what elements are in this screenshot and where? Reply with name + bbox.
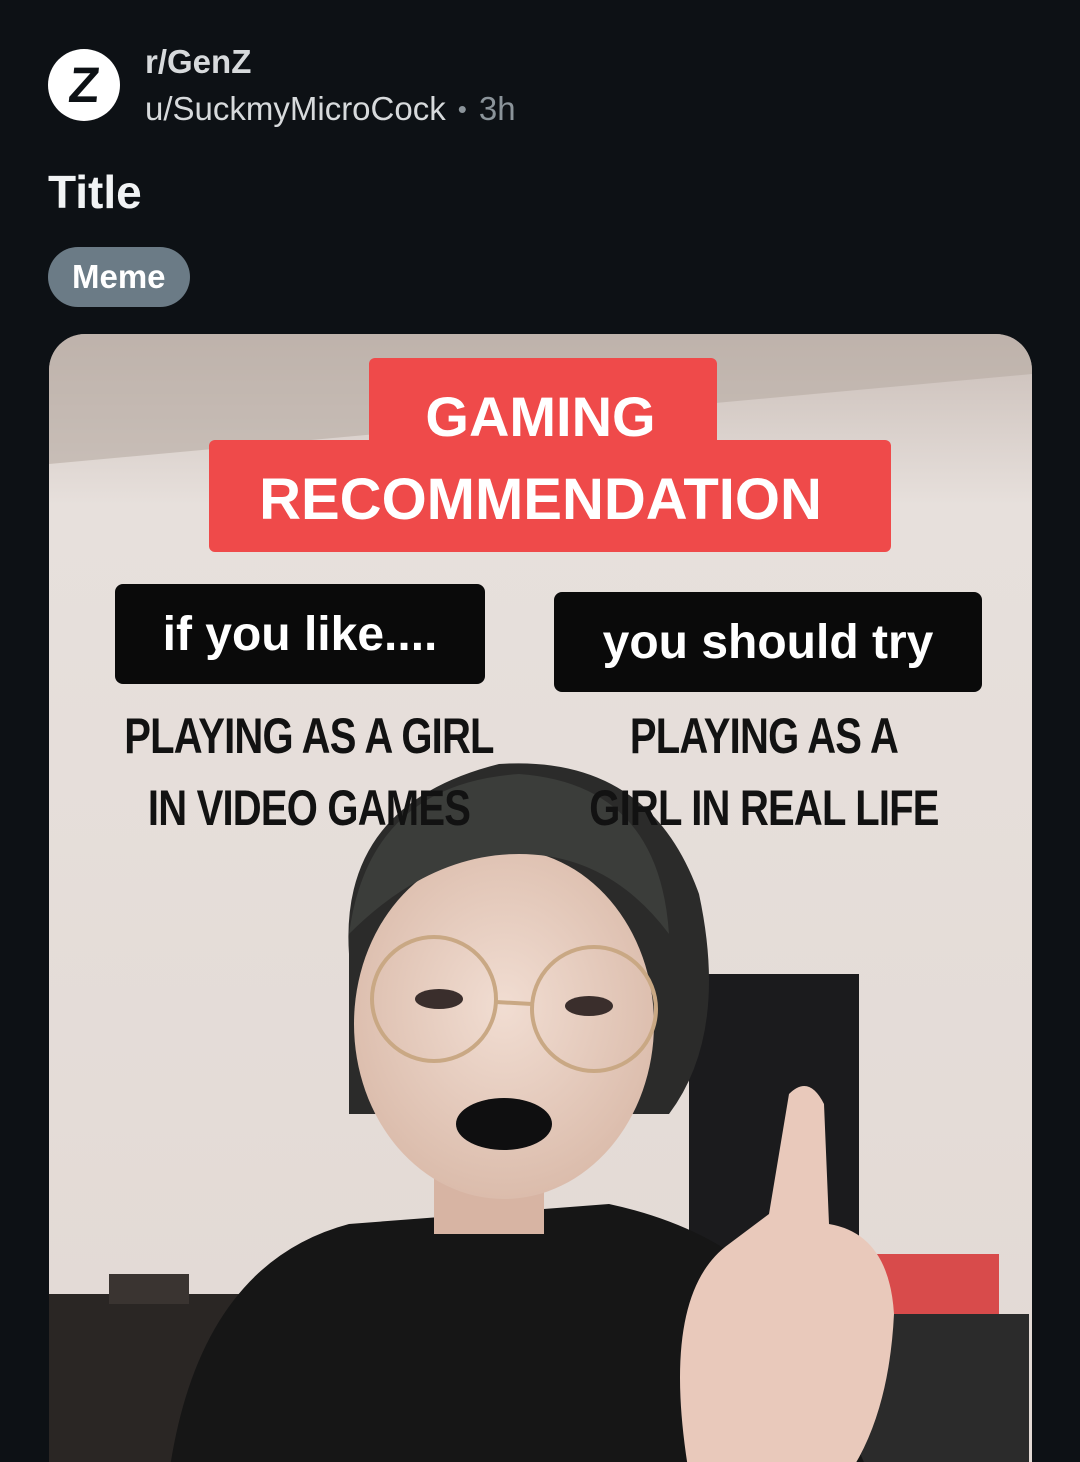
avatar-letter: Z (65, 57, 103, 113)
subreddit-link[interactable]: r/GenZ (145, 40, 516, 84)
left-label-box: if you like.... (115, 584, 485, 684)
header-line-2: RECOMMENDATION (259, 467, 822, 532)
left-caption-line-1: PLAYING AS A GIRL (124, 708, 494, 764)
separator-dot: • (457, 94, 467, 124)
right-caption-line-1: PLAYING AS A (629, 708, 899, 764)
right-caption: PLAYING AS A GIRL IN REAL LIFE (548, 700, 980, 844)
right-caption-line-2: GIRL IN REAL LIFE (589, 780, 939, 836)
post-title[interactable]: Title (48, 165, 142, 219)
right-label-box: you should try (554, 592, 982, 692)
post-image[interactable]: GAMING RECOMMENDATION if you like.... yo… (49, 334, 1032, 1462)
post-meta: r/GenZ u/SuckmyMicroCock • 3h (145, 40, 516, 134)
post-age: 3h (478, 90, 516, 127)
post-card[interactable]: Z r/GenZ u/SuckmyMicroCock • 3h Title Me… (0, 0, 1080, 1462)
left-caption-line-2: IN VIDEO GAMES (147, 780, 471, 836)
byline: u/SuckmyMicroCock • 3h (145, 84, 516, 134)
username-link[interactable]: u/SuckmyMicroCock (145, 84, 446, 134)
subreddit-avatar[interactable]: Z (48, 49, 120, 121)
header-line-1: GAMING (425, 385, 656, 448)
flair-badge[interactable]: Meme (48, 247, 190, 307)
left-caption: PLAYING AS A GIRL IN VIDEO GAMES (93, 700, 525, 844)
post-header: Z r/GenZ u/SuckmyMicroCock • 3h (48, 40, 516, 134)
